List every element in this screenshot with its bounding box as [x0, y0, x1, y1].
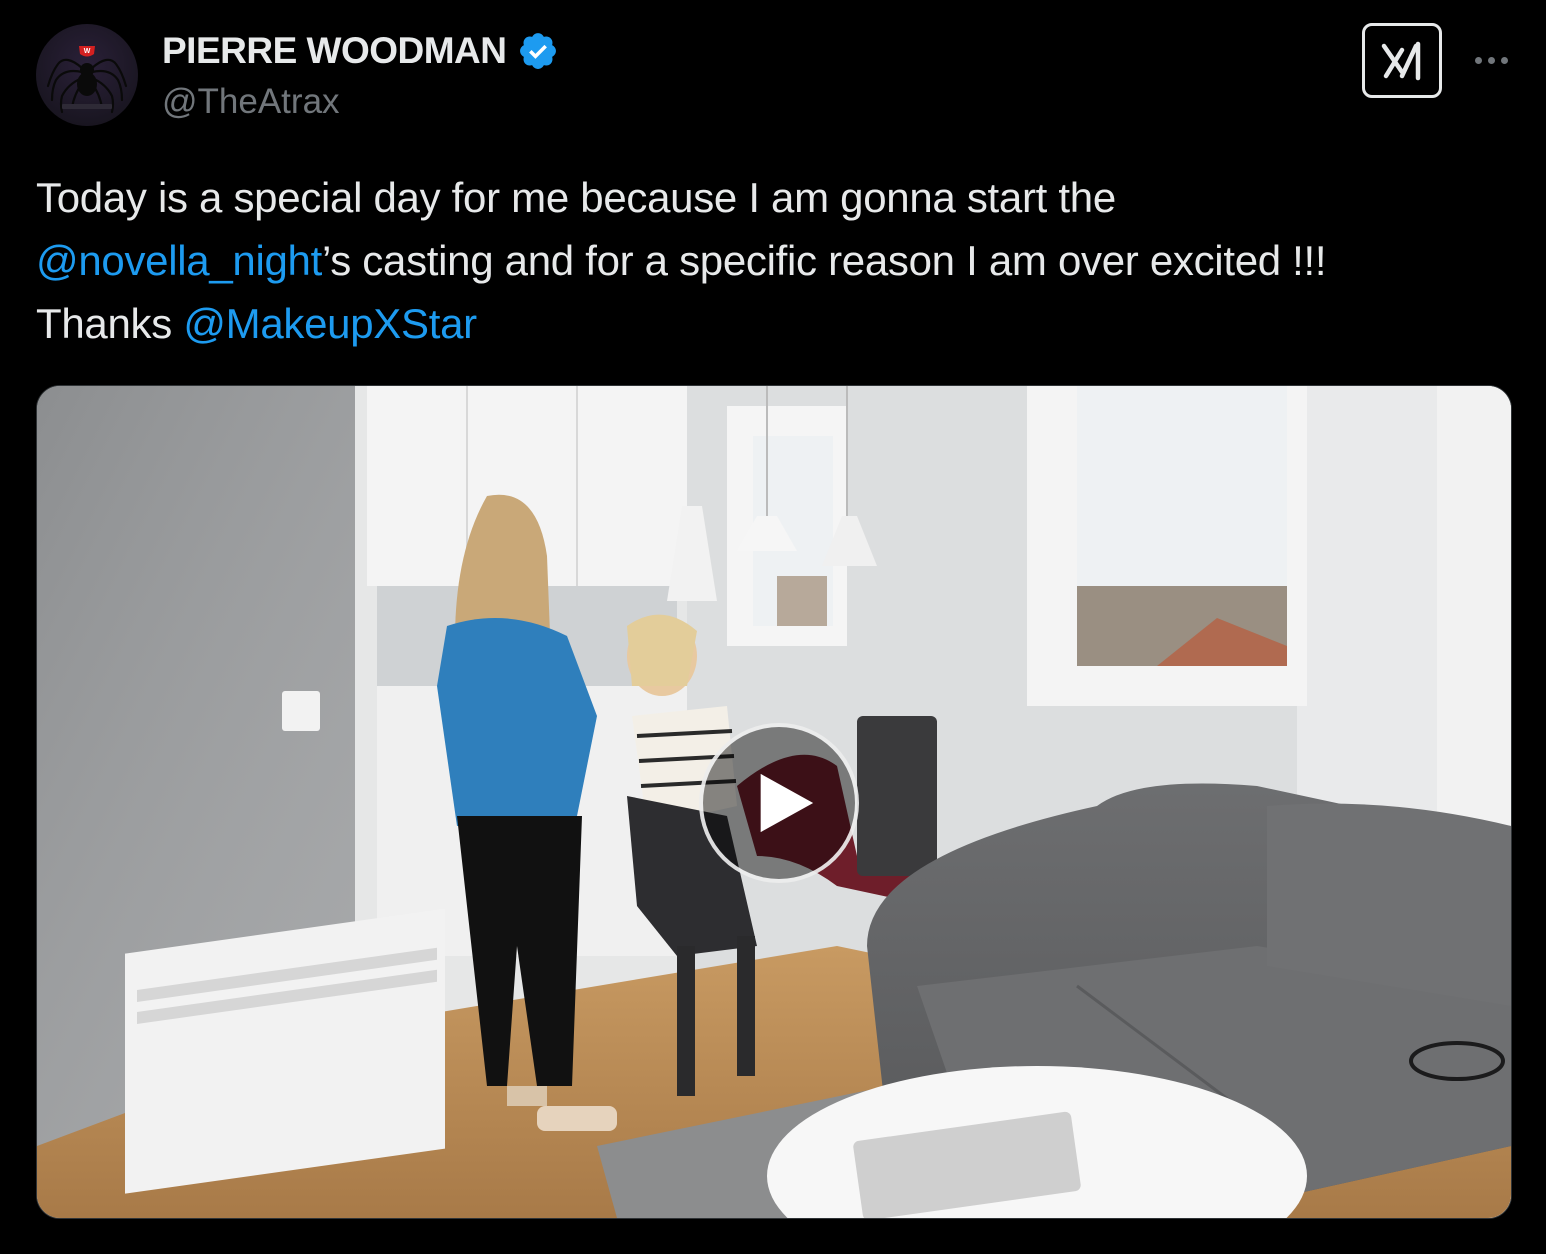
tweet-text-line-3-prefix: Thanks [36, 300, 184, 347]
mention-link-novella-night[interactable]: @novella_night [36, 237, 322, 284]
author-avatar[interactable]: W [36, 24, 138, 126]
more-options-button[interactable] [1462, 40, 1520, 80]
more-horizontal-icon [1487, 56, 1495, 64]
tweet-text-line-3: Thanks @MakeupXStar [36, 292, 1516, 355]
play-button[interactable] [699, 723, 859, 883]
tweet-text-line-2-rest: ’s casting and for a specific reason I a… [321, 237, 1327, 284]
play-icon [760, 773, 814, 833]
mention-link-makeupxstar[interactable]: @MakeupXStar [183, 300, 477, 347]
black-widow-spider-icon: W [46, 46, 128, 114]
verified-badge-icon [519, 33, 556, 69]
author-display-name[interactable]: PIERRE WOODMAN [162, 30, 507, 72]
more-horizontal-icon [1500, 56, 1508, 64]
tweet-text-line-2: @novella_night’s casting and for a speci… [36, 229, 1516, 292]
grok-logo-icon [1381, 41, 1421, 80]
author-handle[interactable]: @TheAtrax [162, 82, 340, 122]
more-horizontal-icon [1474, 56, 1482, 64]
author-name-row[interactable]: PIERRE WOODMAN [162, 30, 559, 72]
svg-text:W: W [84, 48, 91, 55]
grok-button[interactable] [1362, 23, 1442, 98]
tweet-text-line-1: Today is a special day for me because I … [36, 174, 1116, 221]
video-player[interactable] [36, 385, 1512, 1219]
tweet-card[interactable]: W PIERRE WOODMAN @TheAtrax Today is a sp… [0, 0, 1546, 1254]
tweet-text: Today is a special day for me because I … [36, 166, 1516, 355]
